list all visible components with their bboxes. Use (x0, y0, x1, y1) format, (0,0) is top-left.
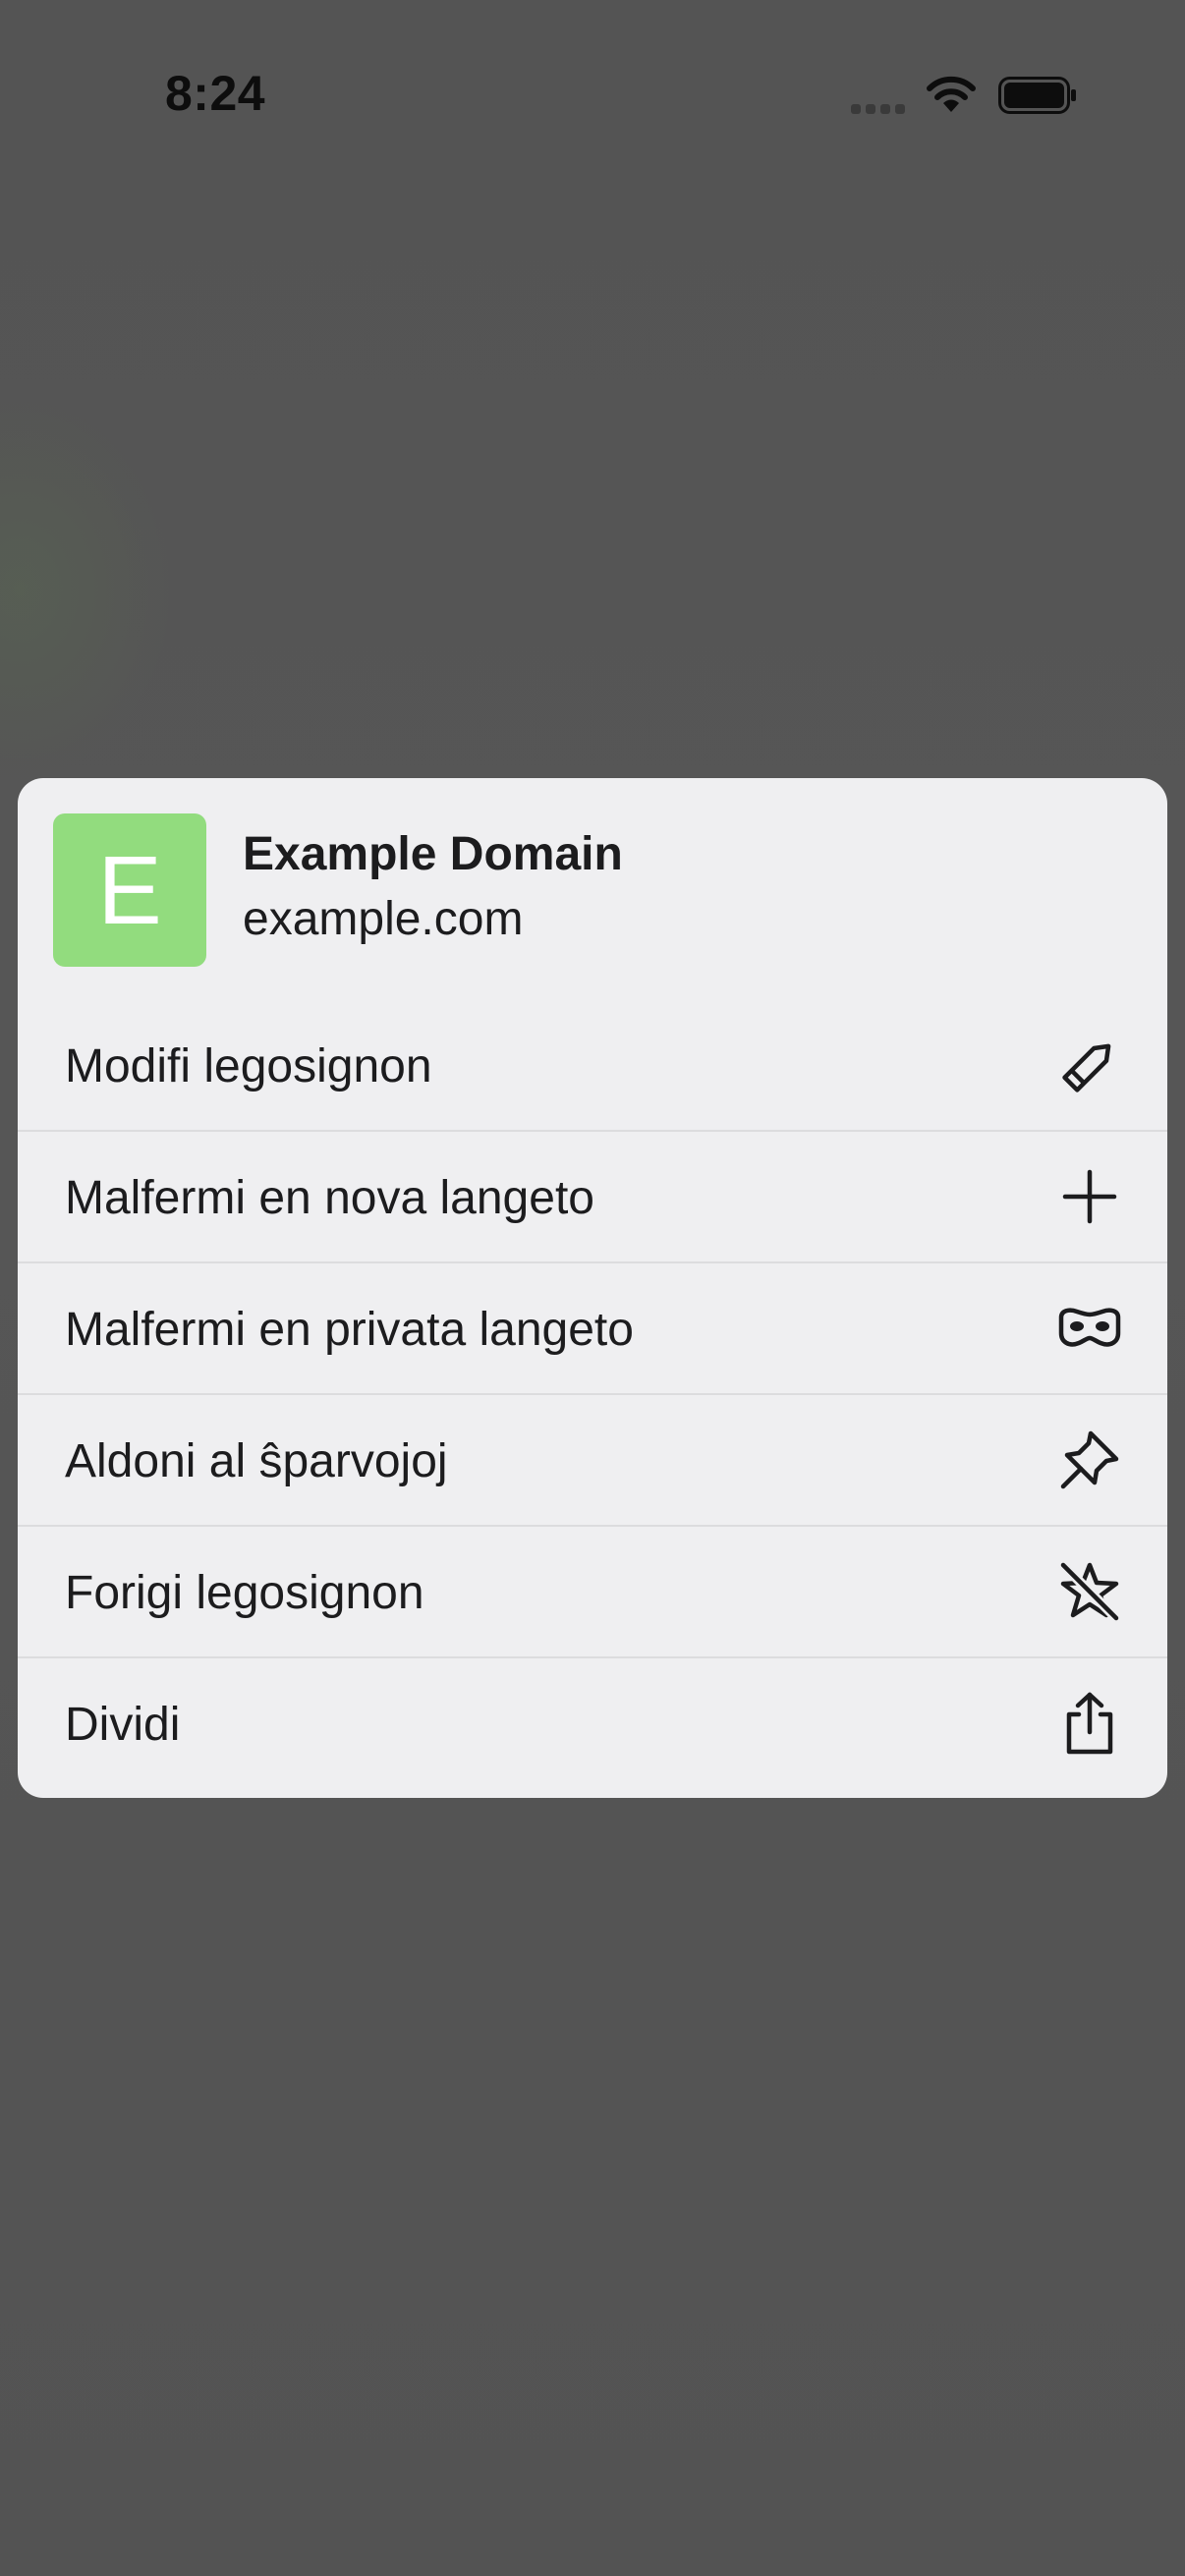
battery-icon (998, 77, 1076, 114)
pin-icon (1057, 1428, 1122, 1492)
favicon-letter: E (97, 836, 162, 944)
site-url: example.com (243, 893, 524, 945)
open-in-new-tab-item[interactable]: Malfermi en nova langeto (18, 1130, 1167, 1261)
pencil-icon (1057, 1033, 1122, 1097)
menu-item-label: Forigi legosignon (65, 1567, 424, 1619)
share-icon (1057, 1691, 1122, 1756)
status-bar: 8:24 (0, 0, 1185, 147)
wifi-icon (927, 76, 976, 112)
private-mask-icon (1057, 1296, 1122, 1361)
edit-bookmark-item[interactable]: Modifi legosignon (18, 1000, 1167, 1130)
bookmark-context-menu: E Example Domain example.com Modifi lego… (18, 778, 1167, 1798)
remove-star-icon (1057, 1559, 1122, 1624)
remove-bookmark-item[interactable]: Forigi legosignon (18, 1525, 1167, 1656)
cellular-signal-icon (851, 104, 905, 114)
menu-item-label: Dividi (65, 1699, 181, 1751)
plus-icon (1057, 1164, 1122, 1229)
menu-header: E Example Domain example.com (18, 778, 1167, 975)
menu-item-label: Aldoni al ŝparvojoj (65, 1435, 448, 1487)
menu-item-label: Malfermi en nova langeto (65, 1172, 594, 1224)
site-title: Example Domain (243, 828, 623, 880)
add-to-shortcuts-item[interactable]: Aldoni al ŝparvojoj (18, 1393, 1167, 1525)
menu-item-label: Modifi legosignon (65, 1040, 432, 1092)
share-item[interactable]: Dividi (18, 1656, 1167, 1788)
status-time: 8:24 (165, 66, 266, 121)
site-favicon: E (53, 813, 206, 967)
menu-item-label: Malfermi en privata langeto (65, 1304, 634, 1356)
open-in-private-tab-item[interactable]: Malfermi en privata langeto (18, 1261, 1167, 1393)
menu-items-list: Modifi legosignon Malfermi en nova lange… (18, 1000, 1167, 1788)
